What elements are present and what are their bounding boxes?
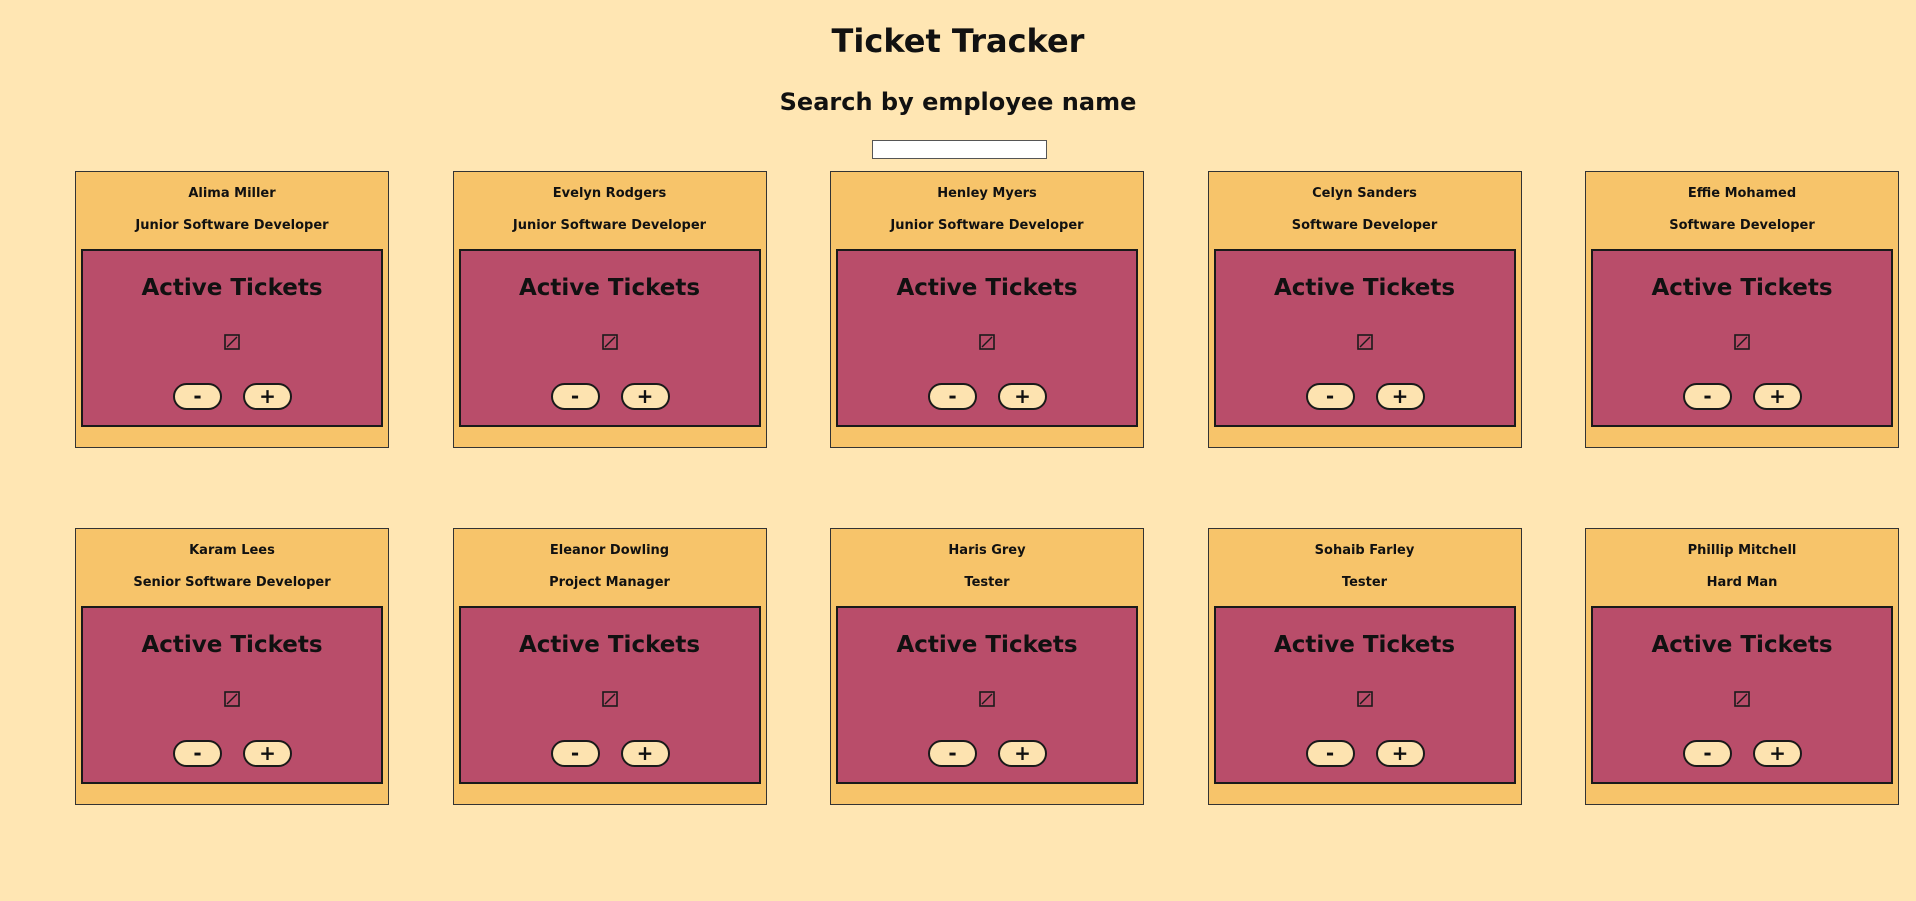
increment-tickets-button[interactable]: + (1375, 740, 1425, 767)
broken-image-icon (601, 691, 618, 707)
employee-name: Henley Myers (937, 186, 1037, 201)
employee-name: Karam Lees (189, 543, 275, 558)
employee-card: Alima Miller Junior Software Developer A… (75, 171, 389, 448)
employee-grid: Alima Miller Junior Software Developer A… (75, 171, 1900, 805)
active-tickets-panel: Active Tickets - + (836, 606, 1138, 784)
employee-role: Tester (964, 575, 1010, 590)
active-tickets-panel: Active Tickets - + (81, 606, 383, 784)
broken-image-icon (224, 691, 240, 707)
employee-card: Phillip Mitchell Hard Man Active Tickets… (1585, 528, 1899, 805)
broken-image-icon (1356, 691, 1373, 707)
decrement-tickets-button[interactable]: - (550, 740, 600, 767)
decrement-tickets-button[interactable]: - (928, 740, 977, 767)
active-tickets-panel: Active Tickets - + (1591, 606, 1893, 784)
broken-image-icon (1734, 691, 1750, 707)
broken-image-icon (224, 334, 240, 350)
active-tickets-panel: Active Tickets - + (1591, 249, 1893, 427)
employee-name: Phillip Mitchell (1687, 543, 1797, 558)
decrement-tickets-button[interactable]: - (550, 383, 600, 410)
employee-role: Hard Man (1706, 575, 1778, 590)
employee-name: Alima Miller (188, 186, 276, 201)
broken-image-icon (1356, 334, 1373, 350)
increment-tickets-button[interactable]: + (243, 383, 292, 410)
active-tickets-heading: Active Tickets (518, 632, 701, 658)
employee-name: Sohaib Farley (1314, 543, 1415, 558)
active-tickets-panel: Active Tickets - + (458, 249, 761, 427)
employee-card: Effie Mohamed Software Developer Active … (1585, 171, 1899, 448)
broken-image-icon (1734, 334, 1750, 350)
employee-name: Eleanor Dowling (549, 543, 670, 558)
employee-role: Project Manager (549, 575, 670, 590)
employee-card: Haris Grey Tester Active Tickets - + (830, 528, 1144, 805)
employee-card: Sohaib Farley Tester Active Tickets - + (1207, 528, 1522, 805)
employee-name: Celyn Sanders (1312, 186, 1417, 201)
increment-tickets-button[interactable]: + (998, 740, 1047, 767)
active-tickets-heading: Active Tickets (1651, 632, 1833, 658)
employee-role: Junior Software Developer (890, 218, 1084, 233)
decrement-tickets-button[interactable]: - (173, 383, 222, 410)
employee-name: Effie Mohamed (1687, 186, 1797, 201)
broken-image-icon (979, 334, 995, 350)
active-tickets-heading: Active Tickets (1273, 632, 1456, 658)
increment-tickets-button[interactable]: + (1375, 383, 1425, 410)
employee-card: Henley Myers Junior Software Developer A… (830, 171, 1144, 448)
employee-role: Software Developer (1291, 218, 1438, 233)
search-heading: Search by employee name (779, 88, 1137, 116)
active-tickets-heading: Active Tickets (1273, 275, 1456, 301)
increment-tickets-button[interactable]: + (620, 740, 670, 767)
employee-card: Celyn Sanders Software Developer Active … (1207, 171, 1522, 448)
decrement-tickets-button[interactable]: - (173, 740, 222, 767)
search-input[interactable] (872, 140, 1047, 159)
increment-tickets-button[interactable]: + (998, 383, 1047, 410)
active-tickets-panel: Active Tickets - + (1213, 249, 1516, 427)
employee-role: Senior Software Developer (133, 575, 331, 590)
active-tickets-heading: Active Tickets (896, 632, 1078, 658)
broken-image-icon (979, 691, 995, 707)
active-tickets-heading: Active Tickets (141, 632, 323, 658)
increment-tickets-button[interactable]: + (243, 740, 292, 767)
decrement-tickets-button[interactable]: - (1683, 383, 1732, 410)
active-tickets-panel: Active Tickets - + (81, 249, 383, 427)
employee-name: Haris Grey (948, 543, 1026, 558)
decrement-tickets-button[interactable]: - (928, 383, 977, 410)
decrement-tickets-button[interactable]: - (1305, 383, 1355, 410)
employee-card: Eleanor Dowling Project Manager Active T… (452, 528, 767, 805)
increment-tickets-button[interactable]: + (620, 383, 670, 410)
employee-name: Evelyn Rodgers (552, 186, 667, 201)
employee-role: Software Developer (1669, 218, 1815, 233)
increment-tickets-button[interactable]: + (1753, 740, 1802, 767)
active-tickets-heading: Active Tickets (518, 275, 701, 301)
active-tickets-panel: Active Tickets - + (1213, 606, 1516, 784)
active-tickets-heading: Active Tickets (896, 275, 1078, 301)
employee-role: Junior Software Developer (135, 218, 329, 233)
employee-role: Junior Software Developer (512, 218, 707, 233)
active-tickets-panel: Active Tickets - + (836, 249, 1138, 427)
active-tickets-heading: Active Tickets (141, 275, 323, 301)
employee-card: Karam Lees Senior Software Developer Act… (75, 528, 389, 805)
decrement-tickets-button[interactable]: - (1683, 740, 1732, 767)
employee-role: Tester (1341, 575, 1388, 590)
active-tickets-heading: Active Tickets (1651, 275, 1833, 301)
decrement-tickets-button[interactable]: - (1305, 740, 1355, 767)
employee-card: Evelyn Rodgers Junior Software Developer… (452, 171, 767, 448)
broken-image-icon (601, 334, 618, 350)
page-title: Ticket Tracker (831, 22, 1085, 60)
increment-tickets-button[interactable]: + (1753, 383, 1802, 410)
active-tickets-panel: Active Tickets - + (458, 606, 761, 784)
